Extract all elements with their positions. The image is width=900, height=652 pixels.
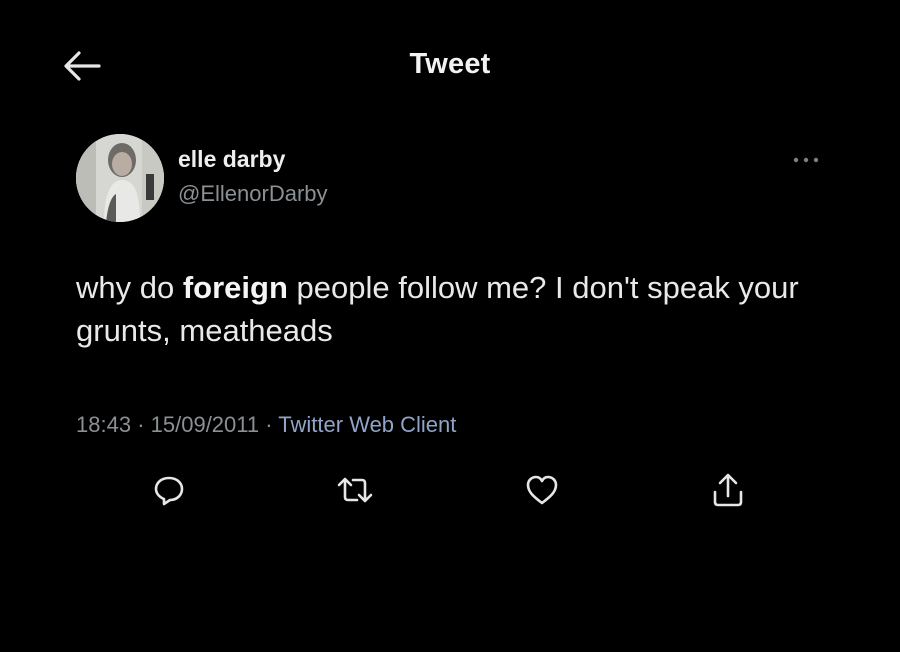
page-title: Tweet [409, 48, 491, 80]
reply-icon [152, 473, 186, 512]
share-icon [711, 472, 745, 513]
author-handle[interactable]: @EllenorDarby [178, 181, 328, 207]
separator: · [265, 412, 273, 437]
tweet-text-bold: foreign [182, 270, 288, 305]
avatar[interactable] [76, 134, 164, 222]
action-bar [0, 470, 900, 514]
more-icon [792, 151, 820, 169]
tweet-client[interactable]: Twitter Web Client [278, 412, 456, 437]
share-button[interactable] [706, 470, 750, 514]
reply-button[interactable] [147, 470, 191, 514]
tweet-text: why do foreign people follow me? I don't… [76, 266, 836, 352]
tweet-metadata: 18:43 · 15/09/2011 · Twitter Web Client [76, 412, 456, 438]
author-name[interactable]: elle darby [178, 146, 285, 173]
more-options-button[interactable] [786, 148, 826, 172]
retweet-button[interactable] [333, 470, 377, 514]
like-button[interactable] [520, 470, 564, 514]
heart-icon [524, 473, 560, 512]
tweet-text-part: why do [76, 270, 183, 305]
separator: · [137, 412, 145, 437]
top-bar: Tweet [0, 0, 900, 120]
tweet-time[interactable]: 18:43 [76, 412, 131, 437]
tweet-date[interactable]: 15/09/2011 [151, 412, 259, 437]
retweet-icon [335, 473, 375, 512]
